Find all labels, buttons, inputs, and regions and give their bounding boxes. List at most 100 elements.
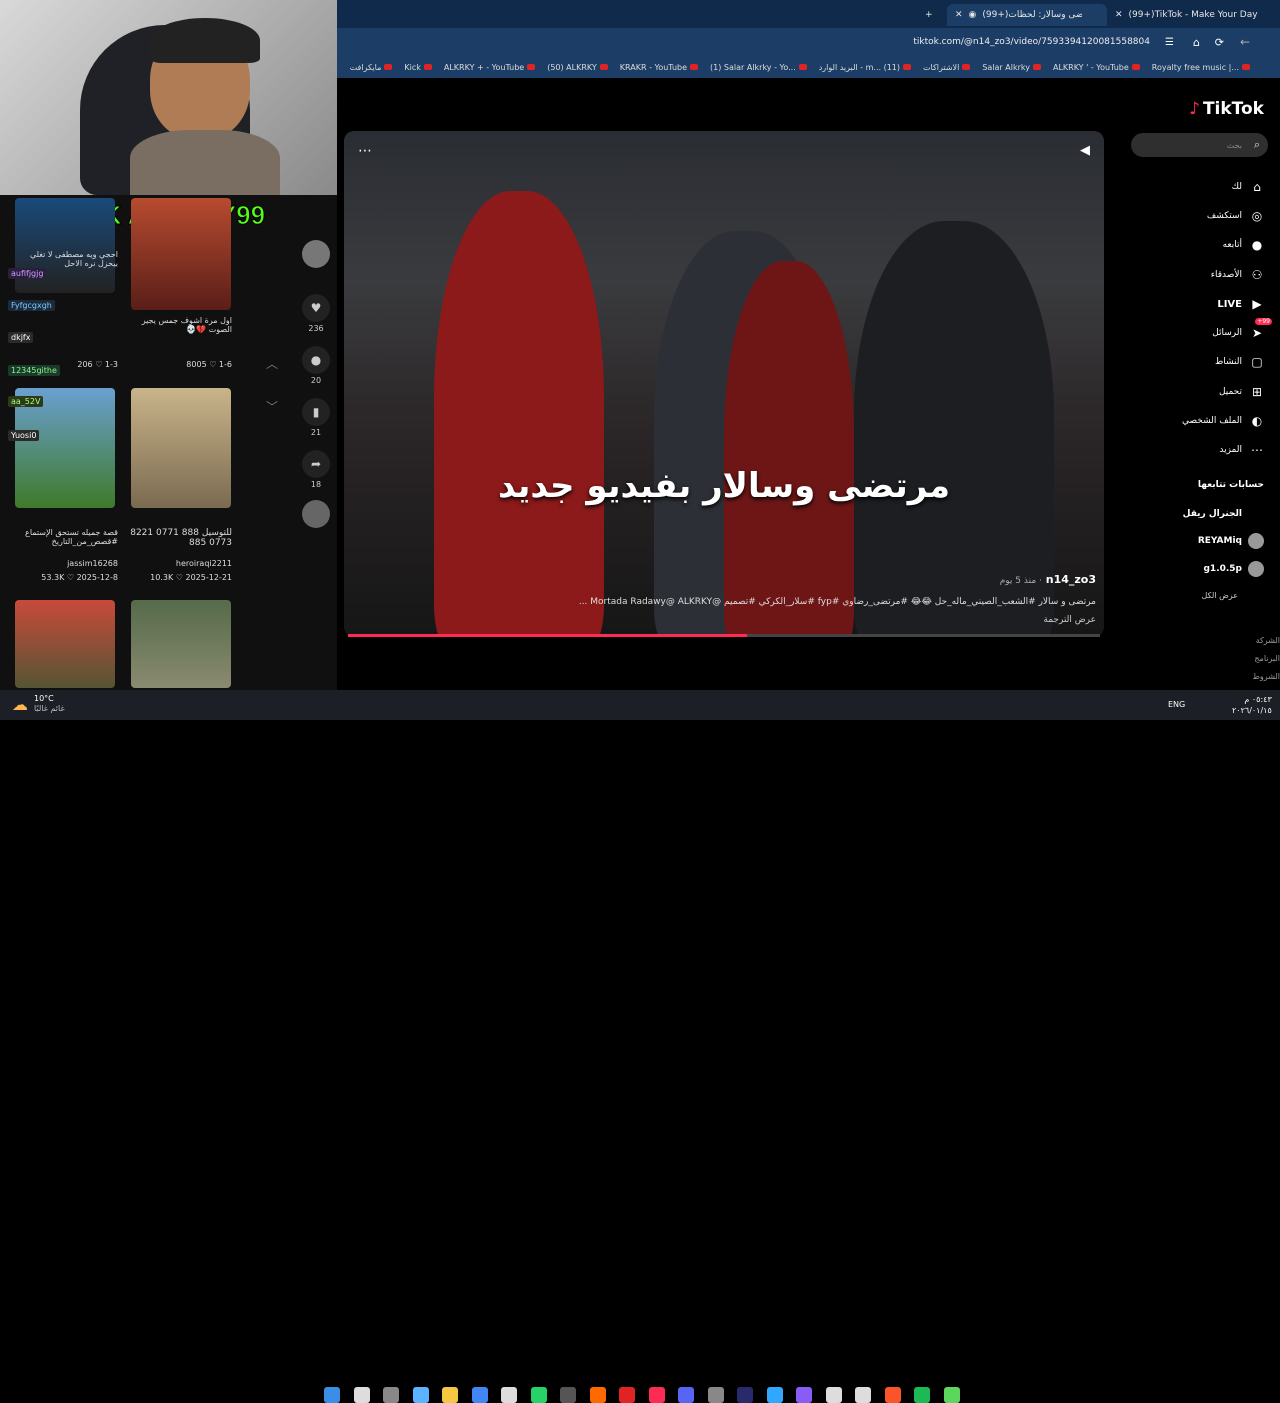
bookmark-item[interactable]: (50) ALKRKY bbox=[547, 63, 608, 72]
sidebar-item[interactable]: ▶ LIVE bbox=[1217, 297, 1264, 311]
sidebar-item[interactable]: ⚇ الأصدقاء bbox=[1211, 268, 1264, 282]
new-tab-button[interactable]: + bbox=[917, 4, 941, 26]
taskbar-app-icon[interactable] bbox=[471, 1387, 488, 1403]
taskbar-app-icon[interactable] bbox=[619, 1387, 635, 1403]
tiktok-note-icon: ♪ bbox=[1189, 99, 1200, 119]
taskbar-app-icon[interactable] bbox=[884, 1387, 901, 1403]
bookmark-icon bbox=[962, 64, 971, 70]
bookmark-item[interactable]: البريد الوارد - m... (11) bbox=[819, 63, 911, 72]
thumbnail-author: heroiraqi2211 bbox=[175, 559, 232, 568]
sidebar-item[interactable]: ⋯ المزيد bbox=[1219, 443, 1264, 457]
tune-icon[interactable]: ☰ bbox=[1165, 37, 1174, 48]
back-icon[interactable]: ← bbox=[1240, 35, 1250, 49]
home-icon[interactable]: ⌂ bbox=[1193, 36, 1200, 49]
taskbar-app-icon[interactable] bbox=[914, 1387, 930, 1403]
bookmark-item[interactable]: ALKRKY ' - YouTube bbox=[1053, 63, 1140, 72]
activity-icon: ▢ bbox=[1251, 355, 1263, 369]
video-thumbnail[interactable] bbox=[131, 198, 231, 310]
video-thumbnail[interactable] bbox=[15, 600, 115, 688]
share-button[interactable]: ➦ 18 bbox=[300, 450, 332, 489]
tab-tiktok-home[interactable]: ✕ (99+)TikTok - Make Your Day bbox=[1107, 4, 1267, 26]
video-progress-bar[interactable] bbox=[348, 634, 1100, 637]
home-icon: ⌂ bbox=[1253, 180, 1261, 194]
taskbar-app-icon[interactable] bbox=[530, 1387, 547, 1403]
taskbar-app-icon[interactable] bbox=[353, 1387, 370, 1403]
footer-link[interactable]: الشركة bbox=[1220, 632, 1280, 650]
messages-icon: ➤ bbox=[1251, 326, 1263, 340]
taskbar-app-icon[interactable] bbox=[324, 1387, 340, 1403]
taskbar-app-icon[interactable] bbox=[855, 1387, 871, 1403]
show-all-link[interactable]: عرض الكل bbox=[1201, 591, 1238, 600]
sidebar-item[interactable]: ⊞ تحميل bbox=[1219, 385, 1264, 399]
tab-active-video[interactable]: ✕ ◉ (99+)مرتضى وسالار: لحظات bbox=[947, 4, 1107, 26]
taskbar-app-icon[interactable] bbox=[560, 1387, 576, 1403]
following-item[interactable]: g1.0.5p bbox=[1203, 561, 1264, 577]
video-player[interactable]: مرتضى وسالار بفيديو جديد ⋯ ◀ bbox=[344, 131, 1104, 637]
taskbar-app-icon[interactable] bbox=[796, 1387, 812, 1403]
bookmark-item[interactable]: (1) Salar Alkrky - Yo... bbox=[710, 63, 807, 72]
profile-icon: ◐ bbox=[1251, 414, 1263, 428]
taskbar-app-icon[interactable] bbox=[383, 1387, 399, 1403]
taskbar-app-icon[interactable] bbox=[737, 1387, 753, 1403]
tiktok-logo[interactable]: ♪ TikTok bbox=[1189, 99, 1264, 119]
search-input[interactable]: بحث ⌕ bbox=[1131, 133, 1268, 157]
like-button[interactable]: ♥ 236 bbox=[300, 294, 332, 333]
save-button[interactable]: ▮ 21 bbox=[300, 398, 332, 437]
close-icon[interactable]: ✕ bbox=[955, 10, 963, 20]
taskbar-app-icon[interactable] bbox=[825, 1387, 842, 1403]
volume-icon[interactable]: ◀ bbox=[1080, 143, 1090, 158]
taskbar-app-icon[interactable] bbox=[648, 1387, 665, 1403]
taskbar-app-icon[interactable] bbox=[943, 1387, 960, 1403]
sound-disc[interactable] bbox=[300, 500, 332, 530]
footer-link[interactable]: البرنامج bbox=[1220, 650, 1280, 668]
following-item[interactable]: الجنرال ريقل bbox=[1183, 506, 1264, 522]
more-options-icon[interactable]: ⋯ bbox=[358, 143, 372, 159]
sidebar-item[interactable]: ➤ الرسائل 99+ bbox=[1212, 318, 1272, 340]
bookmark-item[interactable]: Kick bbox=[404, 63, 432, 72]
weather-widget[interactable]: ☁ 10°C غائم غالبًا bbox=[12, 694, 65, 714]
live-icon: ▶ bbox=[1252, 297, 1262, 311]
video-author[interactable]: n14_zo3 bbox=[1046, 573, 1096, 586]
sidebar-item[interactable]: ● أتابعه bbox=[1223, 238, 1264, 252]
comment-button[interactable]: ● 20 bbox=[300, 346, 332, 385]
bookmark-icon bbox=[1131, 64, 1140, 70]
taskbar-app-icon[interactable] bbox=[589, 1387, 606, 1403]
bookmark-item[interactable]: KRAKR - YouTube bbox=[620, 63, 699, 72]
bookmark-item[interactable]: مايكرافت bbox=[350, 63, 393, 72]
video-thumbnail[interactable] bbox=[131, 600, 231, 688]
sidebar-item[interactable]: ⌂ لك bbox=[1232, 180, 1264, 194]
taskbar-app-icon[interactable] bbox=[442, 1387, 458, 1403]
heart-icon: ♥ bbox=[302, 294, 330, 322]
bookmark-item[interactable]: الاشتراكات bbox=[923, 63, 971, 72]
friends-icon: ⚇ bbox=[1251, 268, 1263, 282]
sidebar-item[interactable]: ◎ استكشف bbox=[1207, 209, 1264, 223]
video-thumbnail[interactable] bbox=[131, 388, 231, 508]
chevron-up-icon[interactable]: ︿ bbox=[266, 355, 278, 372]
taskbar-app-icon[interactable] bbox=[766, 1387, 783, 1403]
translate-link[interactable]: عرض الترجمة bbox=[1043, 615, 1096, 625]
taskbar-app-icon[interactable] bbox=[412, 1387, 429, 1403]
taskbar-app-icon[interactable] bbox=[678, 1387, 694, 1403]
following-item[interactable]: REYAMiq bbox=[1198, 533, 1264, 549]
bookmark-icon bbox=[527, 64, 536, 70]
creator-avatar[interactable] bbox=[300, 240, 332, 270]
taskbar-app-icon[interactable] bbox=[501, 1387, 517, 1403]
bookmark-item[interactable]: ALKRKY + - YouTube bbox=[444, 63, 536, 72]
bookmark-item[interactable]: Salar Alkrky bbox=[982, 63, 1041, 72]
chat-username: 12345githe bbox=[8, 365, 60, 376]
clock[interactable]: ٠٥:٤٣ م ٢٠٢٦/٠١/١٥ bbox=[1232, 694, 1272, 716]
taskbar-app-icon[interactable] bbox=[707, 1387, 724, 1403]
language-indicator[interactable]: ENG bbox=[1168, 700, 1185, 709]
sidebar-item[interactable]: ◐ الملف الشخصي bbox=[1182, 414, 1264, 428]
search-icon[interactable]: ⌕ bbox=[1254, 138, 1260, 152]
bookmark-icon: ▮ bbox=[302, 398, 330, 426]
sidebar-item[interactable]: ▢ النشاط bbox=[1215, 355, 1264, 369]
chat-username: aa_52V bbox=[8, 396, 44, 407]
close-icon[interactable]: ✕ bbox=[1115, 10, 1123, 20]
chat-username: aufifjgjg bbox=[8, 268, 47, 279]
figure-red-center bbox=[724, 261, 854, 637]
reload-icon[interactable]: ⟳ bbox=[1215, 36, 1224, 49]
url-field[interactable]: tiktok.com/@n14_zo3/video/75933941200815… bbox=[913, 37, 1150, 47]
chevron-down-icon[interactable]: ﹀ bbox=[266, 398, 278, 415]
bookmark-item[interactable]: Royalty free music |... bbox=[1152, 63, 1250, 72]
